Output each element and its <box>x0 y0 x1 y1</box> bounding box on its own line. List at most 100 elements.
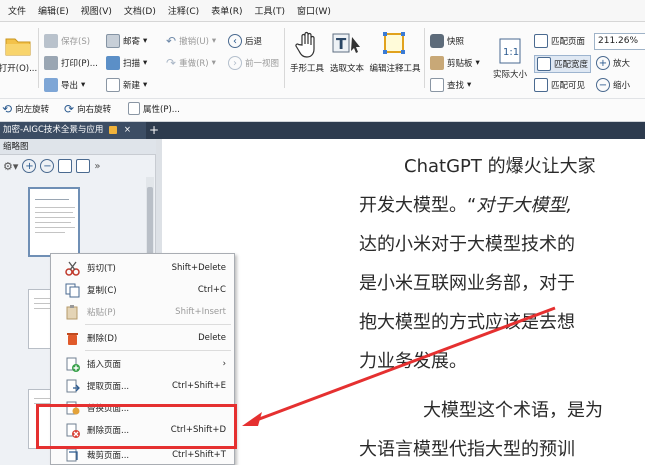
rotate-left-icon: ⟲ <box>2 102 13 116</box>
ribbon-separator <box>38 28 39 88</box>
doc-text-line: 是小米互联网业务部，对于 <box>359 273 575 294</box>
trash-icon <box>65 331 80 346</box>
fit-page-button[interactable]: 匹配页面 <box>534 34 585 48</box>
zoom-out-button[interactable]: − 缩小 <box>596 78 630 92</box>
menu-window[interactable]: 窗口(W) <box>291 4 337 17</box>
mail-button[interactable]: 邮寄 ▾ <box>106 34 147 48</box>
open-button[interactable]: 打开(O)... <box>0 30 37 74</box>
menu-item-extract-page[interactable]: 提取页面... Ctrl+Shift+E <box>51 375 236 397</box>
document-tab[interactable]: 加密-AIGC技术全景与应用 × <box>0 122 146 139</box>
plus-icon: + <box>596 56 610 70</box>
ribbon-separator <box>424 28 425 88</box>
annotation-select-icon <box>380 30 410 60</box>
save-icon <box>44 34 58 48</box>
menu-item-paste[interactable]: 粘贴(P) Shift+Insert <box>51 301 236 323</box>
add-tab-icon[interactable]: + <box>147 123 161 137</box>
dropdown-arrow-icon: ▾ <box>143 80 148 90</box>
lock-icon <box>109 125 118 134</box>
doc-text-line: 大语言模型代指大型的预训 <box>359 439 575 460</box>
menu-file[interactable]: 文件 <box>2 4 32 17</box>
actual-size-button[interactable]: 1:1 实际大小 <box>488 36 532 80</box>
menu-bar: 文件 编辑(E) 视图(V) 文档(D) 注释(C) 表单(R) 工具(T) 窗… <box>0 0 645 22</box>
crop-page-icon <box>65 448 80 463</box>
menu-item-cut[interactable]: 剪切(T) Shift+Delete <box>51 257 236 279</box>
page-thumbnail[interactable] <box>28 187 80 257</box>
edit-annotation-button[interactable]: 编辑注释工具 <box>370 30 421 74</box>
submenu-arrow-icon: › <box>222 359 226 369</box>
svg-text:1:1: 1:1 <box>503 47 519 58</box>
document-tab-bar: 加密-AIGC技术全景与应用 × + <box>0 122 645 139</box>
export-icon <box>44 78 58 92</box>
rotate-right-button[interactable]: ⟳ 向右旋转 <box>64 102 111 116</box>
folder-icon <box>3 30 33 60</box>
close-tab-icon[interactable]: × <box>124 125 131 135</box>
fit-visible-button[interactable]: 匹配可见 <box>534 78 585 92</box>
menu-separator <box>85 324 231 325</box>
rotate-left-button[interactable]: ⟲ 向左旋转 <box>2 102 49 116</box>
menu-item-insert-page[interactable]: 插入页面 › <box>51 353 236 375</box>
doc-text-line: 开发大模型。“对于大模型, <box>359 195 573 216</box>
rotate-thumbnail-left-icon[interactable] <box>58 159 73 173</box>
undo-button[interactable]: ↶ 撤销(U) ▾ <box>166 34 216 48</box>
properties-icon <box>128 102 140 115</box>
find-button[interactable]: 查找 ▾ <box>430 78 471 92</box>
menu-comment[interactable]: 注释(C) <box>162 4 205 17</box>
zoom-input[interactable]: 211.26% <box>594 33 645 50</box>
doc-text-line: 大模型这个术语，是为 <box>423 400 603 421</box>
fit-visible-icon <box>534 78 548 92</box>
snapshot-button[interactable]: 快照 <box>430 34 464 48</box>
zoom-in-thumbnail-icon[interactable]: + <box>22 159 37 173</box>
menu-item-delete[interactable]: 删除(D) Delete <box>51 327 236 349</box>
back-button[interactable]: ‹ 后退 <box>228 34 262 48</box>
camera-icon <box>430 34 444 48</box>
dropdown-arrow-icon: ▾ <box>143 58 148 68</box>
gear-icon[interactable]: ⚙▾ <box>3 160 18 173</box>
doc-text-line: 力业务发展。 <box>359 351 467 372</box>
new-document-icon <box>106 78 120 92</box>
thumbnail-toolbar: ⚙▾ + − » <box>0 155 156 177</box>
menu-tools[interactable]: 工具(T) <box>248 4 291 17</box>
paste-icon <box>65 304 80 320</box>
minus-icon: − <box>596 78 610 92</box>
redo-button[interactable]: ↷ 重做(R) ▾ <box>166 56 216 70</box>
hand-tool-button[interactable]: 手形工具 <box>288 30 326 74</box>
envelope-icon <box>106 34 120 48</box>
more-icon[interactable]: » <box>94 161 100 172</box>
menu-form[interactable]: 表单(R) <box>205 4 248 17</box>
back-arrow-icon: ‹ <box>228 34 242 48</box>
rotate-right-icon: ⟳ <box>64 102 75 116</box>
ribbon-separator <box>284 28 285 88</box>
menu-edit[interactable]: 编辑(E) <box>32 4 75 17</box>
doc-text-line: 达的小米对于大模型技术的 <box>359 234 575 255</box>
fit-width-icon <box>537 57 551 71</box>
thumbnail-panel-title: 缩略图 <box>0 139 156 155</box>
select-text-button[interactable]: T 选取文本 <box>328 30 366 74</box>
new-button[interactable]: 新建 ▾ <box>106 78 147 92</box>
zoom-in-button[interactable]: + 放大 <box>596 56 630 70</box>
scanner-icon <box>106 56 120 70</box>
forward-view-button[interactable]: › 前一视图 <box>228 56 279 70</box>
copy-icon <box>65 283 80 298</box>
find-icon <box>430 78 444 92</box>
clipboard-icon <box>430 56 444 70</box>
fit-width-button[interactable]: 匹配宽度 <box>534 55 592 73</box>
export-button[interactable]: 导出 ▾ <box>44 78 85 92</box>
dropdown-arrow-icon: ▾ <box>81 80 86 90</box>
menu-document[interactable]: 文档(D) <box>118 4 162 17</box>
properties-button[interactable]: 属性(P)... <box>128 102 180 115</box>
fit-page-icon <box>534 34 548 48</box>
printer-icon <box>44 56 58 70</box>
print-button[interactable]: 打印(P)... <box>44 56 98 70</box>
scan-button[interactable]: 扫描 ▾ <box>106 56 147 70</box>
clipboard-button[interactable]: 剪贴板 ▾ <box>430 56 480 70</box>
doc-text-line: 抱大模型的方式应该是去想 <box>359 312 575 333</box>
ribbon-toolbar: 打开(O)... 保存(S) 打印(P)... 导出 ▾ 邮寄 ▾ 扫描 ▾ 新… <box>0 22 645 122</box>
svg-text:T: T <box>336 35 347 53</box>
menu-view[interactable]: 视图(V) <box>75 4 118 17</box>
zoom-out-thumbnail-icon[interactable]: − <box>40 159 55 173</box>
rotate-thumbnail-right-icon[interactable] <box>76 159 91 173</box>
save-button[interactable]: 保存(S) <box>44 34 90 48</box>
menu-item-copy[interactable]: 复制(C) Ctrl+C <box>51 279 236 301</box>
redo-icon: ↷ <box>166 56 177 70</box>
dropdown-arrow-icon: ▾ <box>143 36 148 46</box>
